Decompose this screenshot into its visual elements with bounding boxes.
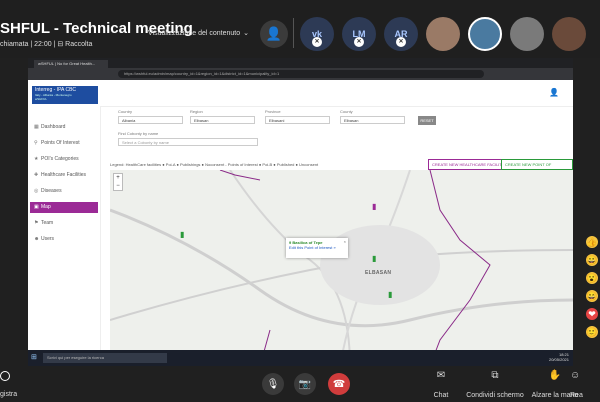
- reactions-button[interactable]: ☺ Rea: [570, 370, 600, 402]
- participant-photo[interactable]: [510, 17, 544, 51]
- add-person-icon: 👤: [265, 26, 283, 41]
- sidebar-item-diseases[interactable]: ◎ Diseases: [30, 186, 98, 197]
- phone-hangup-icon: ☎: [332, 378, 346, 390]
- record-control[interactable]: gistra: [0, 371, 17, 398]
- content-view-dropdown[interactable]: Visualizzazione del contenuto ⌄: [148, 29, 249, 37]
- virus-icon: ◎: [34, 188, 39, 194]
- taskbar-search[interactable]: Scrivi qui per eseguire la ricerca: [43, 353, 167, 363]
- pin-icon: ⚲: [34, 140, 38, 146]
- user-menu-icon[interactable]: 👤: [549, 88, 559, 97]
- participant-avatar[interactable]: LM ✕: [342, 17, 376, 51]
- reactions-strip: 👍 😀 😮 😄 ❤ 🙂: [586, 236, 600, 376]
- content-view-label: Visualizzazione del contenuto: [148, 30, 241, 37]
- participant-avatar[interactable]: AR ✕: [384, 17, 418, 51]
- users-icon: ☻: [34, 236, 40, 242]
- mic-muted-icon: ✕: [312, 37, 322, 47]
- healthcare-marker[interactable]: ▮: [372, 202, 376, 211]
- map-icon: ▣: [34, 204, 39, 210]
- mic-muted-icon: ✕: [396, 37, 406, 47]
- participant-avatar[interactable]: vk ✕: [300, 17, 334, 51]
- mic-off-icon: 🎙: [266, 378, 280, 390]
- shared-screen: wSHFUL | No for Great Health... https://…: [28, 58, 573, 366]
- heart-reaction-icon[interactable]: ❤: [586, 308, 598, 320]
- sidebar-item-map[interactable]: ▣ Map: [30, 202, 98, 213]
- like-reaction-icon[interactable]: 👍: [586, 236, 598, 248]
- happy-reaction-icon[interactable]: 😄: [586, 290, 598, 302]
- map-legend: Legend: HealthCare facilities ● Poi-A ● …: [110, 162, 319, 167]
- team-icon: ⚑: [34, 220, 39, 226]
- map-filters: Country Albania Region Elbasan Province …: [118, 109, 568, 161]
- divider: [293, 18, 294, 48]
- sidebar-item-team[interactable]: ⚑ Team: [30, 218, 98, 229]
- poi-marker[interactable]: ▮: [388, 290, 392, 299]
- popup-edit-link[interactable]: Edit this Point of Interest »: [289, 245, 345, 250]
- browser-tab[interactable]: wSHFUL | No for Great Health...: [34, 60, 108, 68]
- browser-tab-strip: wSHFUL | No for Great Health...: [28, 58, 573, 68]
- camera-button[interactable]: 📷: [294, 373, 316, 395]
- create-poi-button[interactable]: CREATE NEW POINT OF INTEREST: [501, 159, 573, 176]
- sidebar: ▦ Dashboard ⚲ Points Of Interest ★ POI's Ca…: [28, 106, 101, 366]
- region-select[interactable]: Elbasan: [190, 116, 255, 124]
- close-icon[interactable]: ×: [344, 239, 346, 244]
- star-icon: ★: [34, 156, 39, 162]
- map-base: [110, 170, 573, 366]
- mute-button[interactable]: 🎙: [262, 373, 284, 395]
- laugh-reaction-icon[interactable]: 😀: [586, 254, 598, 266]
- province-select[interactable]: Elbasani: [265, 116, 330, 124]
- zoom-out-button[interactable]: −: [114, 182, 122, 190]
- app-header: Interreg - IPA CBC Italy - Albania - Mon…: [28, 80, 573, 107]
- meeting-top-bar: SHFUL - Technical meeting chiamata | 22:…: [0, 0, 600, 58]
- hangup-button[interactable]: ☎: [328, 373, 350, 395]
- zoom-control: + −: [113, 173, 123, 191]
- camera-off-icon: 📷: [298, 378, 312, 390]
- category-select[interactable]: Select a Cobonty by name: [118, 138, 258, 146]
- country-select[interactable]: Albania: [118, 116, 183, 124]
- dashboard-icon: ▦: [34, 124, 39, 130]
- poi-marker[interactable]: ▮: [180, 230, 184, 239]
- add-participant-button[interactable]: 👤: [260, 20, 288, 48]
- windows-start-icon[interactable]: ⊞: [31, 353, 37, 361]
- address-bar[interactable]: https://wshful.eu/admin/map/country_id=1…: [118, 70, 484, 78]
- chevron-down-icon: ⌄: [243, 30, 249, 37]
- sidebar-item-points-of-interest[interactable]: ⚲ Points Of Interest: [30, 138, 98, 149]
- reset-button[interactable]: RESET: [418, 116, 436, 125]
- city-label: ELBASAN: [365, 270, 392, 276]
- meeting-controls: gistra 🎙 📷 ☎ ✉ Chat ⧉ Condividi schermo …: [0, 366, 600, 400]
- cross-icon: ✚: [34, 172, 39, 178]
- record-icon: [0, 371, 10, 381]
- interreg-logo: Interreg - IPA CBC Italy - Albania - Mon…: [32, 86, 98, 104]
- mic-muted-icon: ✕: [354, 37, 364, 47]
- browser-toolbar: https://wshful.eu/admin/map/country_id=1…: [28, 68, 573, 80]
- windows-taskbar: ⊞ Scrivi qui per eseguire la ricerca 18:…: [28, 350, 573, 366]
- sidebar-item-users[interactable]: ☻ Users: [30, 234, 98, 245]
- zoom-in-button[interactable]: +: [114, 174, 122, 182]
- sidebar-item-poi-categories[interactable]: ★ POI's Categories: [30, 154, 98, 165]
- sidebar-item-dashboard[interactable]: ▦ Dashboard: [30, 122, 98, 133]
- create-healthcare-button[interactable]: CREATE NEW HEALTHCARE FACILITY: [428, 159, 509, 170]
- reaction-icon: ☺: [570, 370, 581, 381]
- map-view[interactable]: + − ▮ ▮ ▮ ▮ ELBASAN 9 Basilica of Tepe E…: [110, 170, 573, 366]
- meeting-subtitle: chiamata | 22:00 | ⊟ Raccolta: [0, 41, 93, 48]
- poi-marker[interactable]: ▮: [372, 254, 376, 263]
- poi-popup: 9 Basilica of Tepe Edit this Point of In…: [286, 238, 348, 258]
- sidebar-item-healthcare[interactable]: ✚ Healthcare Facilities: [30, 170, 98, 181]
- participant-photo[interactable]: [426, 17, 460, 51]
- taskbar-clock: 18:21 20/05/2021: [548, 352, 569, 362]
- participant-photo[interactable]: [552, 17, 586, 51]
- county-select[interactable]: Elbasan: [340, 116, 405, 124]
- smile-reaction-icon[interactable]: 🙂: [586, 326, 598, 338]
- surprised-reaction-icon[interactable]: 😮: [586, 272, 598, 284]
- participant-photo[interactable]: [468, 17, 502, 51]
